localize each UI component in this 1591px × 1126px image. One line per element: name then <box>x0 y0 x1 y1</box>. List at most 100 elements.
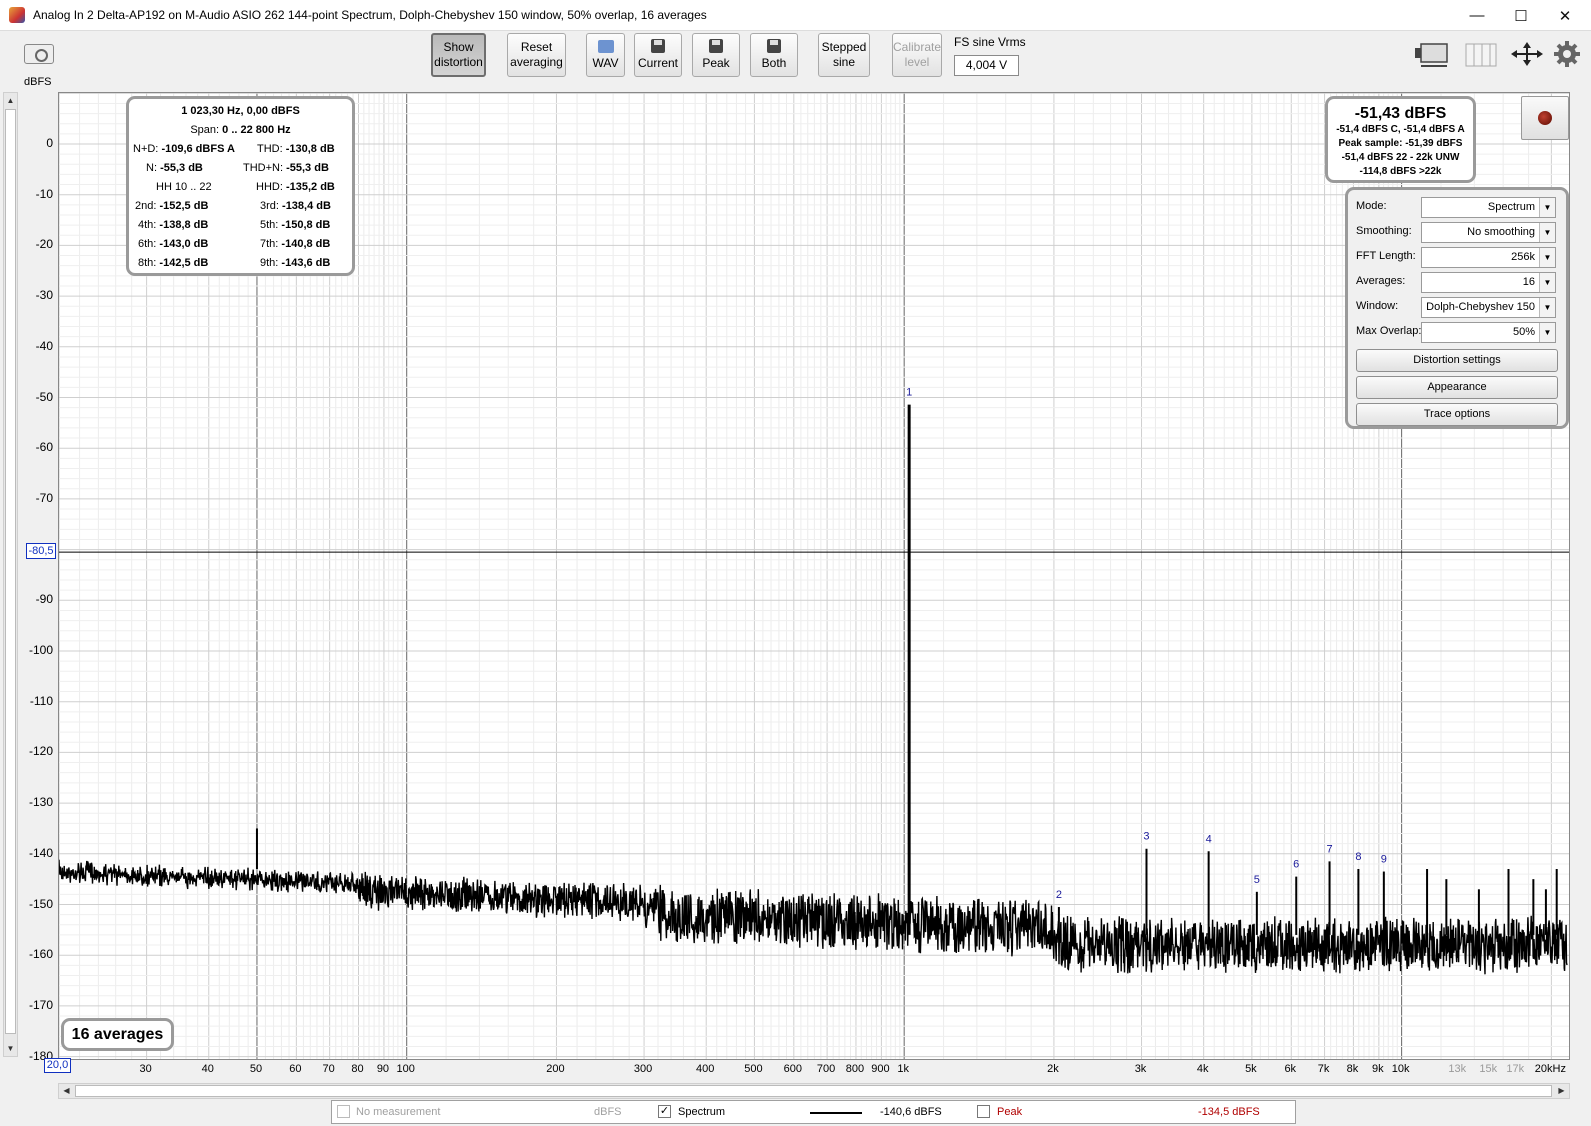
camera-icon[interactable] <box>24 44 54 64</box>
averages-label: Averages: <box>1356 275 1406 287</box>
x-tick-label: 80 <box>351 1063 364 1075</box>
distortion-settings-button[interactable]: Distortion settings <box>1356 349 1558 372</box>
x-tick-label: 6k <box>1284 1063 1297 1075</box>
h4-value: -138,8 dB <box>159 219 209 231</box>
horizontal-scroll-thumb[interactable] <box>75 1085 1552 1097</box>
close-button[interactable]: ✕ <box>1543 0 1587 31</box>
y-tick-label: -120 <box>28 744 53 759</box>
record-button[interactable] <box>1521 96 1569 140</box>
wav-button[interactable]: WAV <box>586 33 625 77</box>
x-tick-label: 9k <box>1372 1063 1384 1075</box>
scroll-up-arrow-icon[interactable]: ▲ <box>4 93 17 108</box>
h8-label: 8th: <box>138 257 157 269</box>
overlap-select[interactable]: 50% ▼ <box>1421 322 1556 343</box>
window-select[interactable]: Dolph-Chebyshev 150 ▼ <box>1421 297 1556 318</box>
layout-icon[interactable] <box>1413 40 1449 68</box>
no-measurement-checkbox[interactable] <box>337 1105 350 1118</box>
horizontal-scrollbar[interactable]: ◀ ▶ <box>58 1083 1570 1099</box>
fs-sine-input[interactable]: 4,004 V <box>954 55 1019 76</box>
columns-icon[interactable] <box>1462 40 1498 68</box>
x-tick-label: 900 <box>871 1063 890 1075</box>
h3-label: 3rd: <box>260 200 279 212</box>
harmonic-marker-label: 2 <box>1056 889 1062 901</box>
x-tick-label: 600 <box>783 1063 802 1075</box>
calibrate-level-label-2: level <box>904 55 930 69</box>
window-row: Window: Dolph-Chebyshev 150 ▼ <box>1356 297 1561 318</box>
y-tick-label: -30 <box>35 288 53 303</box>
y-tick-label: -60 <box>35 440 53 455</box>
x-tick-label: 8k <box>1346 1063 1359 1075</box>
app-icon <box>9 7 25 23</box>
rew-spectrum-window: Analog In 2 Delta-AP192 on M-Audio ASIO … <box>0 0 1591 1126</box>
mode-select[interactable]: Spectrum ▼ <box>1421 197 1556 218</box>
y-cursor-readout: -80,5 <box>26 543 56 559</box>
save-icon <box>767 39 781 53</box>
folder-icon <box>597 39 614 53</box>
gear-icon[interactable] <box>1552 40 1582 68</box>
y-tick-label: -100 <box>28 643 53 657</box>
harmonic-marker-label: 4 <box>1206 833 1212 845</box>
x-tick-label: 100 <box>396 1063 415 1075</box>
h9-label: 9th: <box>260 257 279 269</box>
averages-row: Averages: 16 ▼ <box>1356 272 1561 293</box>
h3-value: -138,4 dB <box>282 200 331 212</box>
y-tick-label: -130 <box>28 795 53 810</box>
distortion-panel[interactable]: 1 023,30 Hz, 0,00 dBFS Span: 0 .. 22 800… <box>126 96 355 276</box>
reset-averaging-button[interactable]: Reset averaging <box>507 33 566 77</box>
y-tick-label: -90 <box>35 592 53 607</box>
current-label: Current <box>637 56 678 70</box>
save-peak-button[interactable]: Peak <box>692 33 740 77</box>
chevron-down-icon[interactable]: ▼ <box>1539 323 1555 342</box>
chevron-down-icon[interactable]: ▼ <box>1539 248 1555 267</box>
peak-checkbox[interactable] <box>977 1105 990 1118</box>
fs-sine-label: FS sine Vrms <box>954 35 1026 49</box>
y-tick-label: -50 <box>35 389 53 404</box>
x-tick-label: 1k <box>897 1063 909 1075</box>
smoothing-row: Smoothing: No smoothing ▼ <box>1356 222 1561 243</box>
no-measurement-unit: dBFS <box>594 1106 622 1118</box>
level-weighted: -51,4 dBFS C, -51,4 dBFS A <box>1336 124 1465 135</box>
harmonic-marker-label: 9 <box>1381 854 1387 866</box>
show-distortion-label-2: distortion <box>434 55 483 69</box>
pan-arrows-icon[interactable] <box>1509 40 1545 68</box>
trace-options-button[interactable]: Trace options <box>1356 403 1558 426</box>
n-value: -55,3 dB <box>160 162 203 174</box>
hh-range-label: HH 10 .. 22 <box>156 181 212 193</box>
x-tick-label: 90 <box>376 1063 390 1075</box>
mode-label: Mode: <box>1356 200 1387 212</box>
scroll-right-arrow-icon[interactable]: ▶ <box>1554 1084 1569 1098</box>
fft-length-select[interactable]: 256k ▼ <box>1421 247 1556 268</box>
smoothing-select[interactable]: No smoothing ▼ <box>1421 222 1556 243</box>
scroll-left-arrow-icon[interactable]: ◀ <box>59 1084 74 1098</box>
y-tick-label: -40 <box>35 338 53 353</box>
level-main-value: -51,43 dBFS <box>1354 105 1447 122</box>
y-axis-unit: dBFS <box>24 76 52 88</box>
x-tick-label: 30 <box>139 1063 152 1075</box>
span-label: Span: <box>190 124 220 136</box>
show-distortion-button[interactable]: Show distortion <box>431 33 486 77</box>
chevron-down-icon[interactable]: ▼ <box>1539 273 1555 292</box>
save-current-button[interactable]: Current <box>634 33 682 77</box>
x-tick-label: 13k <box>1448 1063 1467 1075</box>
calibrate-level-button[interactable]: Calibrate level <box>892 33 942 77</box>
x-tick-label: 4k <box>1196 1063 1209 1075</box>
appearance-button[interactable]: Appearance <box>1356 376 1558 399</box>
harmonic-marker-label: 8 <box>1355 851 1361 863</box>
chevron-down-icon[interactable]: ▼ <box>1539 298 1555 317</box>
smoothing-value: No smoothing <box>1467 226 1535 238</box>
maximize-button[interactable]: ☐ <box>1499 0 1543 31</box>
save-both-button[interactable]: Both <box>750 33 798 77</box>
stepped-sine-button[interactable]: Stepped sine <box>818 33 870 77</box>
x-tick-label: 10k <box>1391 1063 1410 1075</box>
chevron-down-icon[interactable]: ▼ <box>1539 198 1555 217</box>
harmonic-marker-label: 6 <box>1293 859 1299 871</box>
spectrum-checkbox[interactable]: ✓ <box>658 1105 671 1118</box>
mode-value: Spectrum <box>1487 201 1535 213</box>
chevron-down-icon[interactable]: ▼ <box>1539 223 1555 242</box>
minimize-button[interactable]: — <box>1455 0 1499 31</box>
h6-label: 6th: <box>138 238 157 250</box>
h2-label: 2nd: <box>135 200 157 212</box>
averages-select[interactable]: 16 ▼ <box>1421 272 1556 293</box>
calibrate-level-label-1: Calibrate <box>892 40 942 54</box>
hhd-label: HHD: <box>256 181 283 193</box>
